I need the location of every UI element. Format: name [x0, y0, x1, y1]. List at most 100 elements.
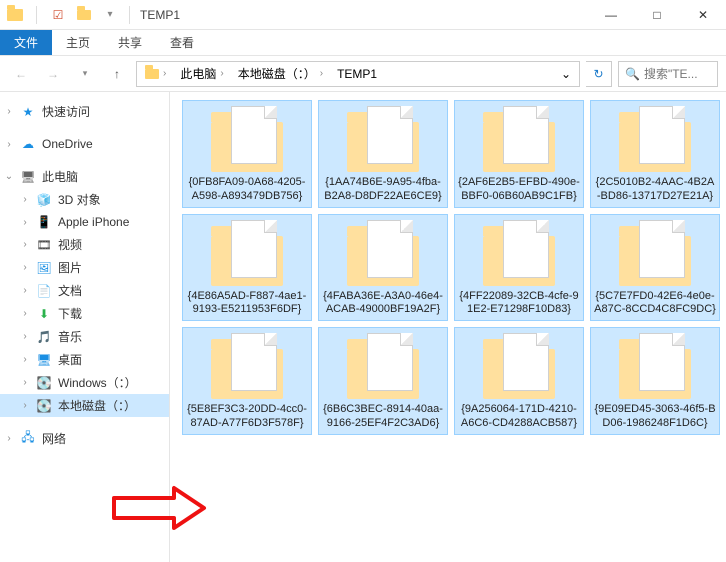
- tab-home[interactable]: 主页: [52, 30, 104, 55]
- sidebar-item-child[interactable]: › ⬇ 下载: [0, 302, 169, 325]
- folder-item[interactable]: {0FB8FA09-0A68-4205-A598-A893479DB756}: [182, 100, 312, 208]
- search-box[interactable]: 🔍: [618, 61, 718, 87]
- folder-item[interactable]: {5E8EF3C3-20DD-4cc0-87AD-A77F6D3F578F}: [182, 327, 312, 435]
- sidebar-item-child[interactable]: ›💽Windows（：）: [0, 371, 169, 394]
- properties-icon[interactable]: ☑: [49, 4, 67, 26]
- sidebar-item-child[interactable]: ›📄文档: [0, 279, 169, 302]
- sidebar-item-child[interactable]: ›🎵音乐: [0, 325, 169, 348]
- folder-thumbnail-icon: [211, 220, 283, 286]
- sidebar-item-label: Apple iPhone: [58, 215, 129, 229]
- folder-item[interactable]: {4FABA36E-A3A0-46e4-ACAB-49000BF19A2F}: [318, 214, 448, 322]
- sidebar-item-label: 桌面: [58, 351, 82, 368]
- breadcrumb[interactable]: › 此电脑› 本地磁盘（：）› TEMP1 ⌄: [136, 61, 580, 87]
- folder-label: {4E86A5AD-F887-4ae1-9193-E5211953F6DF}: [186, 290, 308, 318]
- file-tab[interactable]: 文件: [0, 30, 52, 55]
- folder-thumbnail-icon: [483, 333, 555, 399]
- folder-item[interactable]: {2C5010B2-4AAC-4B2A-BD86-13717D27E21A}: [590, 100, 720, 208]
- sidebar-item-quick-access[interactable]: › ★ 快速访问: [0, 100, 169, 123]
- body: › ★ 快速访问 › ☁ OneDrive ⌄ 🖥 此电脑 › 🧊 3D 对象 › 📱 A…: [0, 92, 726, 562]
- folder-thumbnail-icon: [483, 220, 555, 286]
- breadcrumb-item[interactable]: 本地磁盘（：）›: [232, 62, 329, 86]
- folder-item[interactable]: {2AF6E2B5-EFBD-490e-BBF0-06B60AB9C1FB}: [454, 100, 584, 208]
- folder-label: {2C5010B2-4AAC-4B2A-BD86-13717D27E21A}: [594, 176, 716, 204]
- folder-item[interactable]: {6B6C3BEC-8914-40aa-9166-25EF4F2C3AD6}: [318, 327, 448, 435]
- folder-label: {9A256064-171D-4210-A6C6-CD4288ACB587}: [458, 403, 580, 431]
- breadcrumb-root-icon[interactable]: ›: [139, 62, 172, 86]
- chevron-right-icon[interactable]: ›: [20, 194, 30, 205]
- back-button[interactable]: ←: [8, 61, 34, 87]
- search-input[interactable]: [644, 67, 704, 81]
- sidebar-item-child[interactable]: ›🖼图片: [0, 256, 169, 279]
- chevron-right-icon[interactable]: ›: [20, 308, 30, 319]
- items-grid: {0FB8FA09-0A68-4205-A598-A893479DB756}{1…: [170, 92, 726, 443]
- folder-item[interactable]: {4FF22089-32CB-4cfe-91E2-E71298F10D83}: [454, 214, 584, 322]
- chevron-down-icon[interactable]: ⌄: [4, 171, 14, 182]
- minimize-button[interactable]: —: [588, 0, 634, 30]
- chevron-right-icon[interactable]: ›: [20, 239, 30, 250]
- close-button[interactable]: ✕: [680, 0, 726, 30]
- folder-thumbnail-icon: [347, 220, 419, 286]
- sidebar-item-child[interactable]: ›💽本地磁盘（：）: [0, 394, 169, 417]
- up-button[interactable]: ↑: [104, 61, 130, 87]
- sidebar-item-child[interactable]: › 📱 Apple iPhone: [0, 211, 169, 233]
- tree-item-icon: 💽: [36, 375, 52, 391]
- chevron-right-icon[interactable]: ›: [4, 433, 14, 444]
- chevron-right-icon[interactable]: ›: [20, 377, 30, 388]
- chevron-right-icon[interactable]: ›: [20, 354, 30, 365]
- folder-item[interactable]: {9A256064-171D-4210-A6C6-CD4288ACB587}: [454, 327, 584, 435]
- tree-item-icon: 🧊: [36, 192, 52, 208]
- tab-share[interactable]: 共享: [104, 30, 156, 55]
- folder-thumbnail-icon: [619, 333, 691, 399]
- sidebar-item-label: 3D 对象: [58, 191, 101, 208]
- new-folder-icon[interactable]: [75, 4, 93, 26]
- qat-dropdown-icon[interactable]: ▾: [101, 4, 119, 26]
- star-icon: ★: [20, 104, 36, 120]
- content-pane[interactable]: {0FB8FA09-0A68-4205-A598-A893479DB756}{1…: [170, 92, 726, 562]
- folder-label: {4FABA36E-A3A0-46e4-ACAB-49000BF19A2F}: [322, 290, 444, 318]
- folder-thumbnail-icon: [619, 106, 691, 172]
- breadcrumb-item[interactable]: TEMP1: [331, 62, 383, 86]
- recent-dropdown[interactable]: ▾: [72, 61, 98, 87]
- maximize-button[interactable]: □: [634, 0, 680, 30]
- chevron-right-icon[interactable]: ›: [20, 285, 30, 296]
- folder-label: {5C7E7FD0-42E6-4e0e-A87C-8CCD4C8FC9DC}: [594, 290, 716, 318]
- sidebar-item-label: 下载: [58, 305, 82, 322]
- chevron-right-icon[interactable]: ›: [20, 331, 30, 342]
- sidebar-item-child[interactable]: › 🧊 3D 对象: [0, 188, 169, 211]
- folder-item[interactable]: {1AA74B6E-9A95-4fba-B2A8-D8DF22AE6CE9}: [318, 100, 448, 208]
- window-controls: — □ ✕: [588, 0, 726, 30]
- forward-button[interactable]: →: [40, 61, 66, 87]
- sidebar-item-label: 快速访问: [42, 103, 90, 120]
- refresh-button[interactable]: ↻: [586, 61, 612, 87]
- chevron-right-icon[interactable]: ›: [20, 262, 30, 273]
- sidebar-item-network[interactable]: › 🖧 网络: [0, 427, 169, 450]
- tree-item-icon: 💽: [36, 398, 52, 414]
- folder-thumbnail-icon: [483, 106, 555, 172]
- sidebar-item-onedrive[interactable]: › ☁ OneDrive: [0, 133, 169, 155]
- chevron-right-icon[interactable]: ›: [4, 139, 14, 150]
- folder-item[interactable]: {5C7E7FD0-42E6-4e0e-A87C-8CCD4C8FC9DC}: [590, 214, 720, 322]
- sidebar-item-child[interactable]: ›🖥桌面: [0, 348, 169, 371]
- folder-thumbnail-icon: [619, 220, 691, 286]
- chevron-right-icon[interactable]: ›: [20, 217, 30, 228]
- tree-item-icon: 📱: [36, 214, 52, 230]
- window-title: TEMP1: [140, 8, 180, 22]
- breadcrumb-item[interactable]: 此电脑›: [174, 62, 229, 86]
- sidebar-item-child[interactable]: ›🎞视频: [0, 233, 169, 256]
- folder-label: {6B6C3BEC-8914-40aa-9166-25EF4F2C3AD6}: [322, 403, 444, 431]
- breadcrumb-dropdown[interactable]: ⌄: [555, 62, 577, 86]
- folder-item[interactable]: {4E86A5AD-F887-4ae1-9193-E5211953F6DF}: [182, 214, 312, 322]
- folder-thumbnail-icon: [347, 106, 419, 172]
- network-icon: 🖧: [20, 431, 36, 447]
- chevron-right-icon[interactable]: ›: [4, 106, 14, 117]
- folder-item[interactable]: {9E09ED45-3063-46f5-BD06-1986248F1D6C}: [590, 327, 720, 435]
- folder-thumbnail-icon: [211, 106, 283, 172]
- tab-view[interactable]: 查看: [156, 30, 208, 55]
- tree-item-icon: ⬇: [36, 306, 52, 322]
- sidebar-item-label: 文档: [58, 282, 82, 299]
- sidebar-item-this-pc[interactable]: ⌄ 🖥 此电脑: [0, 165, 169, 188]
- chevron-right-icon[interactable]: ›: [20, 400, 30, 411]
- titlebar: ☑ ▾ TEMP1 — □ ✕: [0, 0, 726, 30]
- folder-label: {4FF22089-32CB-4cfe-91E2-E71298F10D83}: [458, 290, 580, 318]
- separator: [36, 6, 37, 24]
